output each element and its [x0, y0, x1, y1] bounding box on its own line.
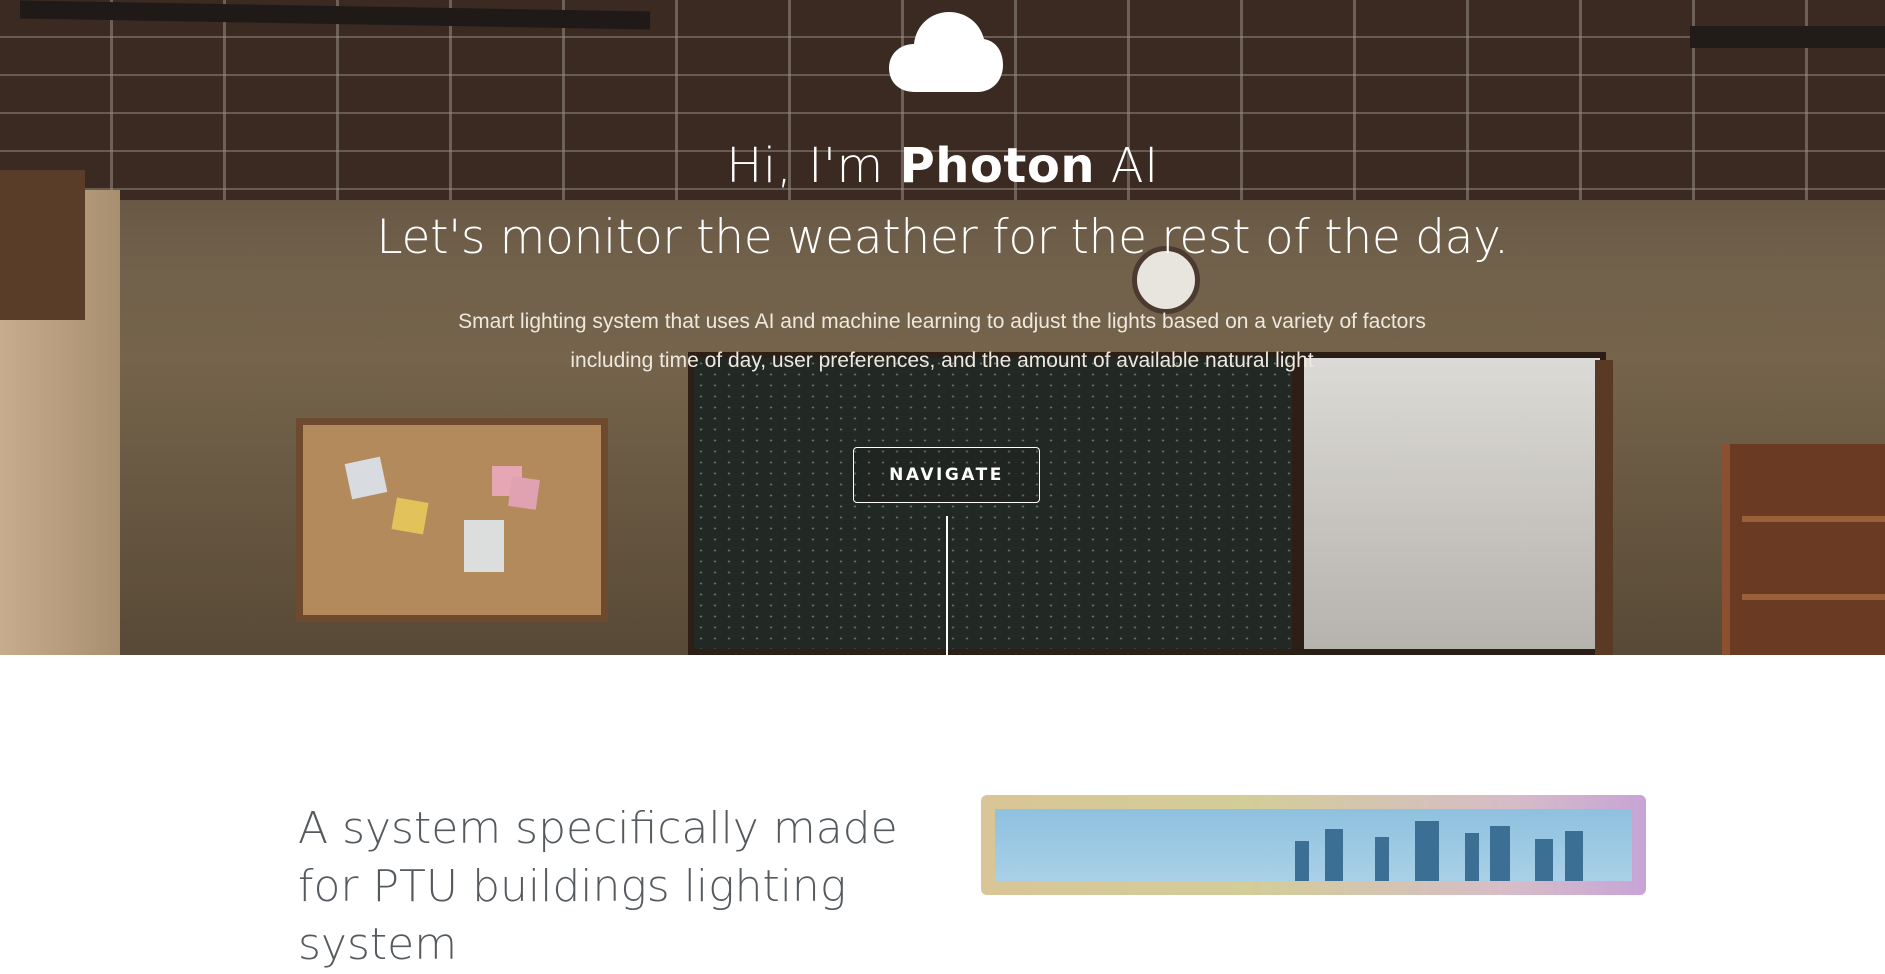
- skyline-building: [1565, 831, 1583, 881]
- hero-background-chalkboard: [688, 352, 1298, 655]
- hero-background-note: [391, 497, 429, 535]
- hero-headline: Let's monitor the weather for the rest o…: [376, 210, 1509, 265]
- city-skyline-image: [995, 809, 1632, 881]
- hero-greeting: Hi, I'm Photon AI: [0, 138, 1885, 194]
- greeting-suffix: AI: [1094, 138, 1159, 194]
- skyline-building: [1375, 837, 1389, 881]
- city-image-card: [981, 795, 1646, 895]
- hero-background-shelf: [1742, 594, 1885, 600]
- hero-background-note: [344, 456, 388, 500]
- scroll-indicator-line: [946, 516, 948, 655]
- skyline-building: [1465, 833, 1479, 881]
- brand-name: Photon: [899, 138, 1095, 194]
- skyline-building: [1325, 829, 1343, 881]
- skyline-building: [1415, 821, 1439, 881]
- section-heading: A system specifically made for PTU build…: [298, 803, 898, 970]
- hero-background-note: [464, 520, 504, 572]
- hero-description: Smart lighting system that uses AI and m…: [458, 310, 1426, 372]
- skyline-building: [1535, 839, 1553, 881]
- greeting-prefix: Hi, I'm: [726, 138, 900, 194]
- hero-background-shelf: [1742, 516, 1885, 522]
- navigate-button[interactable]: NAVIGATE: [853, 447, 1040, 503]
- hero-background-bookshelf: [1722, 444, 1885, 655]
- hero-section: Hi, I'm Photon AI Let's monitor the weat…: [0, 0, 1885, 655]
- skyline-building: [1490, 826, 1510, 881]
- hero-background-light-fixture: [1690, 26, 1885, 48]
- cloud-icon: [889, 12, 1003, 92]
- hero-background-corkboard: [296, 418, 608, 622]
- skyline-building: [1295, 841, 1309, 881]
- hero-background-note: [508, 476, 540, 510]
- hero-background-frame: [1595, 360, 1613, 655]
- hero-background-whiteboard: [1298, 352, 1606, 655]
